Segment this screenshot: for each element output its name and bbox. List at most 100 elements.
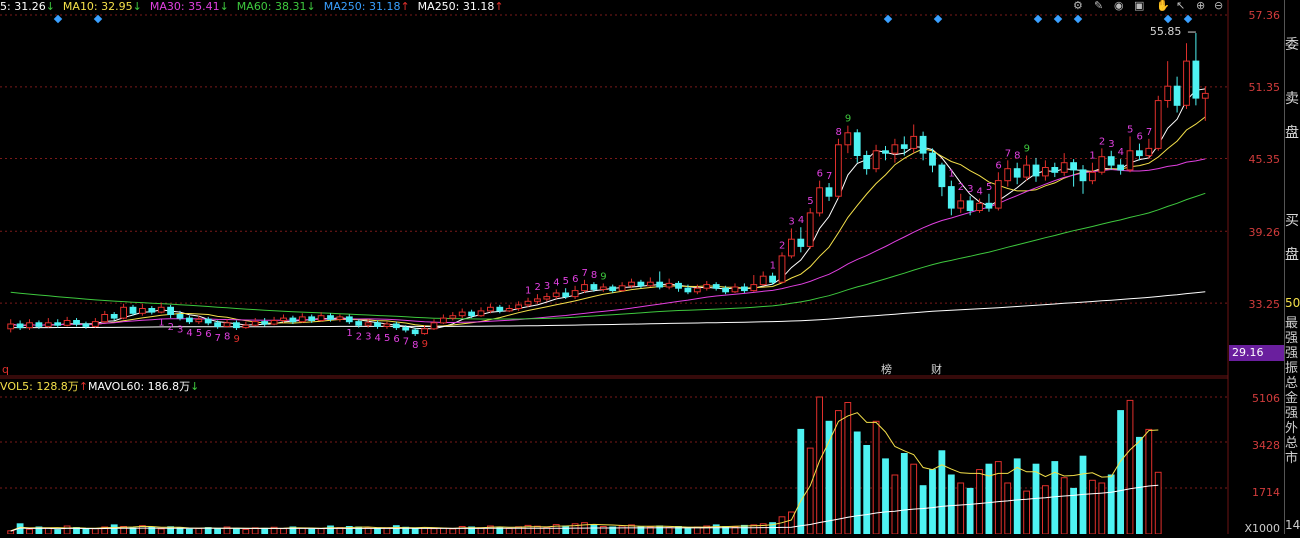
candle-up bbox=[910, 135, 918, 149]
chart-canvas[interactable]: 55.851 2 3 4 5 6 7 8 91 2 3 4 5 6 7 8 91 2 3 4 5 67 8 9123 456 78… bbox=[0, 0, 1300, 535]
volume-bar bbox=[54, 529, 62, 535]
volume-bar bbox=[186, 528, 193, 535]
candle-down bbox=[722, 287, 730, 293]
side-sell-pan-label[interactable]: 盘 bbox=[1285, 122, 1299, 142]
volume-bar bbox=[280, 528, 287, 535]
candle-up bbox=[581, 284, 588, 292]
sequence-count-label: 8 bbox=[224, 332, 230, 343]
ma-legend-item-3: MA60: 38.31↓ bbox=[236, 0, 316, 13]
candle-up bbox=[251, 321, 259, 326]
minus-icon[interactable]: ⊖ bbox=[1214, 0, 1223, 12]
candle-up bbox=[750, 284, 758, 292]
sequence-count-label: 6 bbox=[205, 329, 211, 340]
candle-up bbox=[440, 317, 447, 324]
volume-bar bbox=[1145, 428, 1153, 535]
volume-bar bbox=[806, 447, 814, 535]
sequence-count-label: 6 bbox=[995, 160, 1001, 171]
candle-down bbox=[590, 284, 598, 290]
candle-down bbox=[129, 306, 137, 314]
candle-up bbox=[844, 132, 852, 146]
volume-bar bbox=[872, 420, 880, 535]
lock-icon[interactable]: ▣ bbox=[1134, 0, 1144, 12]
sequence-count-label: 3 bbox=[1108, 139, 1114, 150]
candle-down bbox=[345, 316, 353, 323]
candle-up bbox=[317, 315, 325, 322]
candle-down bbox=[308, 316, 316, 321]
candle-down bbox=[853, 132, 861, 157]
sequence-count-label: 4 bbox=[977, 187, 983, 198]
candle-up bbox=[1145, 147, 1153, 157]
volume-bar bbox=[1042, 485, 1049, 535]
sequence-count-label: 3 bbox=[177, 324, 183, 335]
candle-down bbox=[110, 314, 118, 319]
event-diamond-marker bbox=[1183, 14, 1193, 24]
volume-bar bbox=[298, 527, 306, 535]
candle-down bbox=[684, 287, 692, 293]
volume-bar bbox=[966, 487, 974, 535]
sequence-count-label: 6 bbox=[393, 334, 399, 345]
candle-up bbox=[665, 282, 673, 288]
candle-up bbox=[1004, 168, 1012, 182]
ma-legend-item-1: MA10: 32.95↓ bbox=[62, 0, 142, 13]
sequence-count-label: 4 bbox=[1118, 147, 1124, 158]
volume-bar bbox=[919, 485, 927, 535]
volume-bar bbox=[534, 525, 541, 535]
volume-bar bbox=[1107, 474, 1115, 535]
candle-up bbox=[816, 187, 824, 214]
candle-down bbox=[1013, 168, 1021, 178]
candle-down bbox=[882, 150, 889, 154]
volume-bar bbox=[835, 410, 842, 535]
side-sell-label[interactable]: 卖 bbox=[1285, 88, 1299, 108]
candle-down bbox=[327, 315, 334, 320]
candle-up bbox=[195, 318, 203, 323]
side-buy-label[interactable]: 买 bbox=[1285, 210, 1299, 230]
candle-down bbox=[374, 322, 381, 327]
candle-down bbox=[1070, 162, 1077, 171]
side-buy-pan-label[interactable]: 盘 bbox=[1285, 244, 1299, 264]
volume-bar bbox=[1004, 482, 1012, 535]
volume-bar bbox=[195, 527, 203, 535]
candle-up bbox=[449, 315, 457, 319]
volume-bar bbox=[308, 528, 316, 535]
sequence-count-label: 5 bbox=[807, 196, 813, 207]
sequence-count-label: 7 bbox=[1005, 148, 1011, 159]
price-axis-tick-3: 39.26 bbox=[1248, 226, 1281, 239]
kline-chart[interactable]: 55.85 1 2 3 4 5 6 7 8 9 1 2 3 4 5 6 7 8 9 1 2 3 4 5 6 7 8 9 1 2 3 4 5 6 7 8… bbox=[0, 0, 1300, 535]
candle-up bbox=[270, 320, 278, 325]
candle-down bbox=[261, 321, 269, 325]
volume-bar bbox=[994, 461, 1002, 535]
pen-icon[interactable]: ✎ bbox=[1094, 0, 1103, 12]
volume-bar bbox=[938, 450, 946, 535]
ma-legend: 5: 31.26↓ MA10: 32.95↓ MA30: 35.41↓ MA60: 3… bbox=[0, 0, 512, 14]
candle-down bbox=[675, 282, 682, 289]
volume-bar bbox=[778, 516, 786, 535]
side-wei-label[interactable]: 委 bbox=[1285, 34, 1299, 54]
sequence-count-label: 7 bbox=[403, 336, 409, 347]
sequence-count-label: 9 bbox=[422, 339, 428, 350]
candle-up bbox=[280, 317, 287, 322]
candle-up bbox=[891, 144, 899, 154]
volume-bar bbox=[665, 527, 673, 535]
eye-icon[interactable]: ◉ bbox=[1114, 0, 1124, 12]
candle-up bbox=[693, 287, 701, 293]
candle-up bbox=[1042, 167, 1049, 177]
candle-up bbox=[806, 212, 814, 247]
candle-down bbox=[73, 320, 80, 325]
candle-down bbox=[863, 155, 871, 170]
volume-bar bbox=[1126, 399, 1134, 535]
candle-up bbox=[552, 292, 560, 298]
candle-down bbox=[468, 311, 476, 317]
sequence-count-label: 2 bbox=[958, 182, 964, 193]
candle-down bbox=[609, 286, 617, 292]
plus-icon[interactable]: ⊕ bbox=[1196, 0, 1205, 12]
vol-legend-item-0: VOL5: 128.8万↑ bbox=[0, 380, 89, 393]
gear-icon[interactable]: ⚙ bbox=[1073, 0, 1083, 12]
volume-bar bbox=[656, 525, 664, 535]
price-axis-tick-2: 45.35 bbox=[1248, 153, 1281, 166]
cursor-icon[interactable]: ↖ bbox=[1176, 0, 1185, 12]
candle-up bbox=[1201, 92, 1209, 99]
hand-icon[interactable]: ✋ bbox=[1156, 0, 1170, 12]
sequence-count-label: 6 bbox=[1136, 132, 1142, 143]
event-diamond-marker bbox=[883, 14, 893, 24]
sequence-count-label: 8 bbox=[412, 340, 418, 351]
